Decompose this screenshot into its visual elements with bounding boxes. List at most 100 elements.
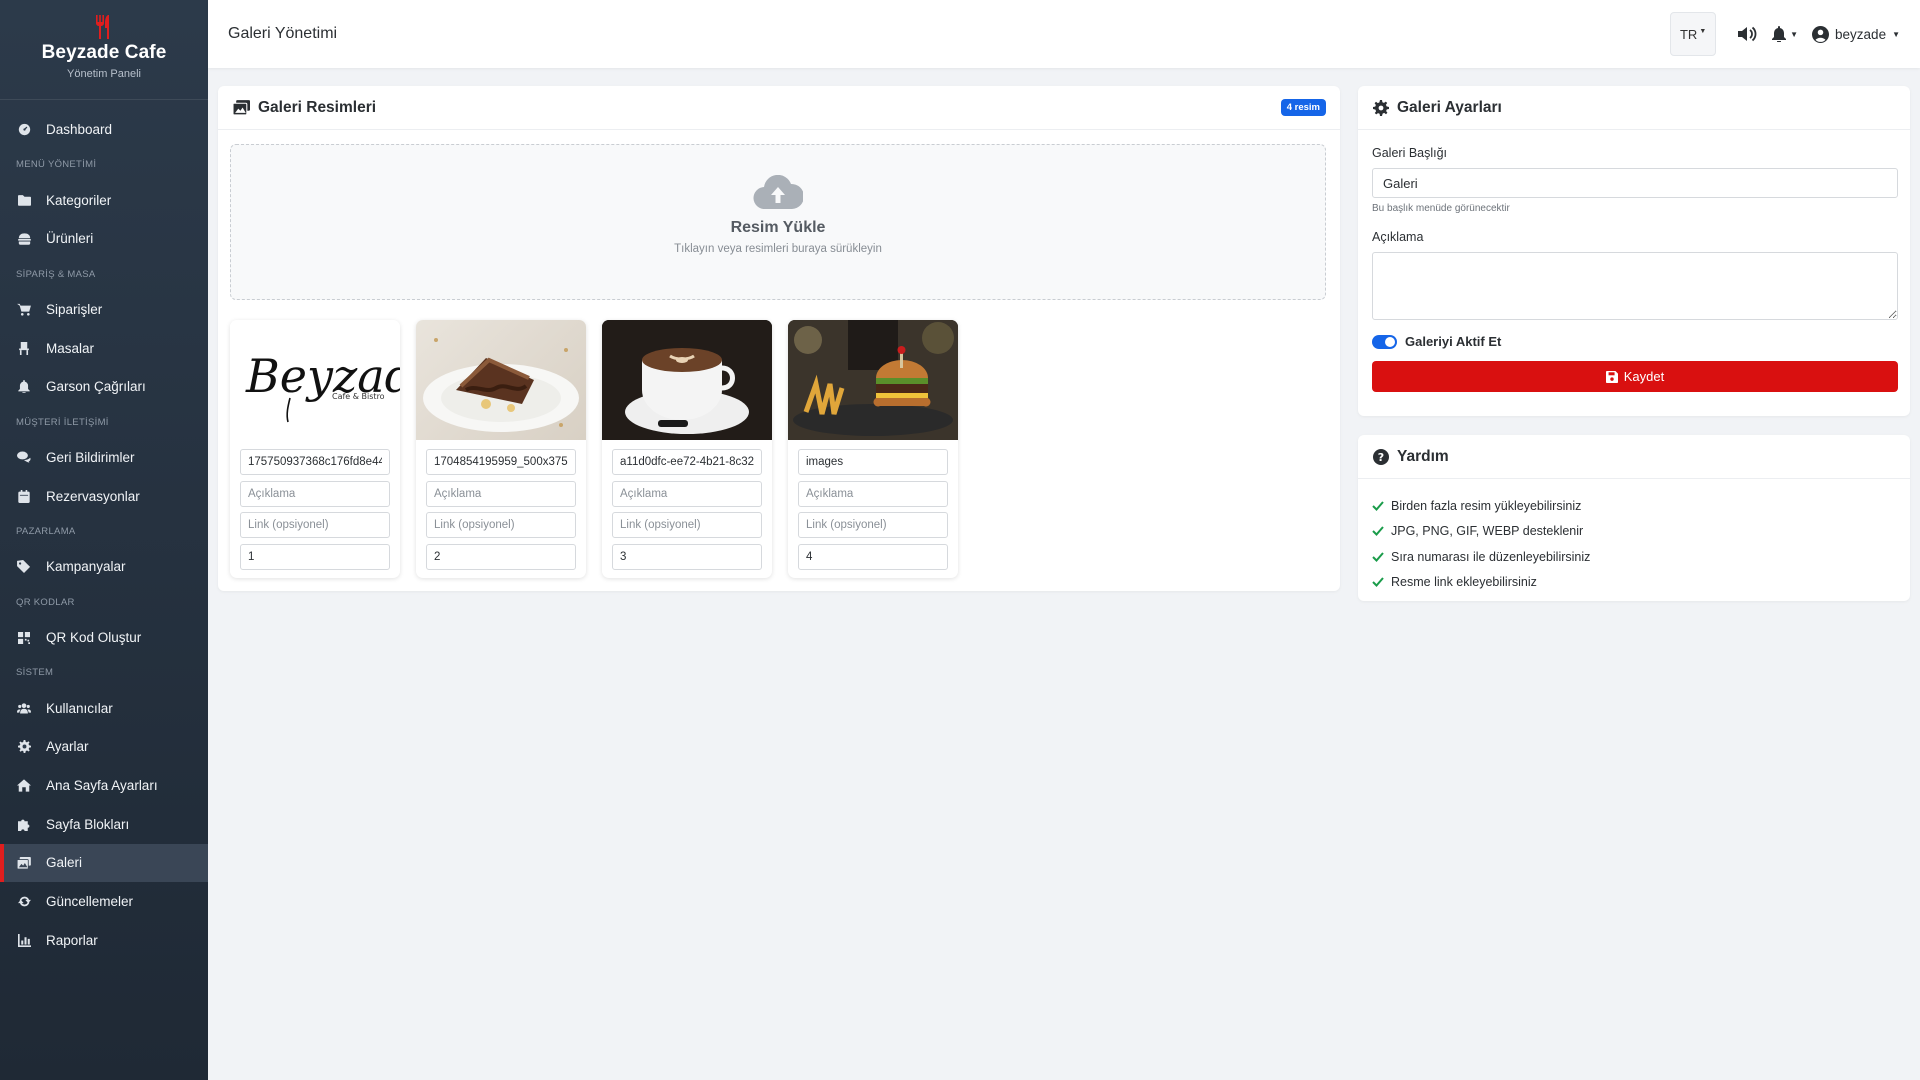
help-item: JPG, PNG, GIF, WEBP desteklenir [1372, 519, 1896, 545]
sidebar-item-label: Güncellemeler [46, 894, 134, 910]
sidebar-item-galeri[interactable]: Galeri [0, 843, 208, 883]
topbar: Galeri Yönetimi TR ▼ ▼ beyzade ▼ [208, 0, 1920, 68]
order-input[interactable] [240, 543, 390, 570]
description-input[interactable] [240, 480, 390, 507]
sidebar-item-kampanyalar[interactable]: Kampanyalar [0, 548, 208, 587]
user-circle-icon [1812, 25, 1830, 43]
sidebar-item-raporlar[interactable]: Raporlar [0, 921, 208, 960]
sidebar-item-kategoriler[interactable]: Kategoriler [0, 181, 208, 220]
sidebar-item-label: Masalar [46, 340, 95, 356]
link-input[interactable] [612, 512, 762, 538]
gallery-title-help: Bu başlık menüde görünecektir [1372, 203, 1510, 214]
gallery-settings-card: Galeri Ayarları Galeri Başlığı Bu başlık… [1358, 86, 1910, 416]
settings-card-header: Galeri Ayarları [1358, 86, 1910, 130]
dessert-photo [423, 338, 579, 432]
images-icon [17, 856, 31, 870]
username: beyzade [1835, 26, 1887, 42]
help-item: Birden fazla resim yükleyebilirsiniz [1372, 493, 1896, 519]
filename-input[interactable] [426, 449, 576, 475]
sidebar-item-kullanicilar[interactable]: Kullanıcılar [0, 689, 208, 728]
link-input[interactable] [240, 512, 390, 538]
brand-title: Beyzade Cafe [41, 42, 167, 63]
help-item-text: Sıra numarası ile düzenleyebilirsiniz [1391, 549, 1591, 564]
caret-down-icon: ▼ [1790, 29, 1799, 39]
user-menu[interactable]: beyzade ▼ [1812, 25, 1900, 43]
description-input[interactable] [426, 480, 576, 507]
section-label: PAZARLAMA [16, 526, 76, 537]
section-label: QR KODLAR [16, 596, 75, 608]
settings-form: Galeri Başlığı Bu başlık menüde görünece… [1358, 130, 1910, 392]
gallery-thumbnail-dessert[interactable] [416, 320, 586, 440]
gallery-active-toggle[interactable] [1372, 334, 1397, 349]
image-count-badge: 4 resim [1280, 99, 1326, 116]
gallery-thumbnail-logo[interactable]: Beyzade Cafe & Bistro [230, 320, 400, 440]
order-input[interactable] [798, 543, 948, 570]
order-input[interactable] [612, 543, 762, 570]
gallery-title-input[interactable] [1372, 168, 1898, 198]
filename-input[interactable] [612, 449, 762, 475]
sidebar-item-siparisler[interactable]: Siparişler [0, 290, 208, 329]
sidebar-item-label: QR Kod Oluştur [46, 630, 142, 646]
filename-input[interactable] [798, 449, 948, 475]
section-label: MÜŞTERİ İLETİŞİMİ [16, 416, 109, 428]
help-item: Sıra numarası ile düzenleyebilirsiniz [1372, 544, 1896, 570]
gear-icon [1373, 99, 1389, 116]
gallery-item [788, 320, 958, 578]
sidebar-item-label: Sayfa Blokları [46, 816, 130, 832]
sidebar-item-ana-sayfa[interactable]: Ana Sayfa Ayarları [0, 766, 208, 805]
bell-icon [1772, 26, 1787, 42]
description-input[interactable] [612, 480, 762, 507]
gallery-title: Galeri Resimleri [258, 98, 377, 116]
save-button[interactable]: Kaydet [1372, 361, 1898, 392]
utensils-icon [96, 15, 109, 39]
brand-subtitle: Yönetim Paneli [67, 68, 141, 80]
gallery-thumbnail-coffee[interactable] [602, 320, 772, 440]
help-title: Yardım [1397, 447, 1449, 465]
sidebar-item-dashboard[interactable]: Dashboard [0, 110, 208, 149]
link-input[interactable] [798, 512, 948, 538]
sync-icon [17, 895, 31, 909]
order-input[interactable] [426, 543, 576, 570]
description-input[interactable] [798, 480, 948, 507]
sidebar-item-label: Ürünleri [46, 231, 94, 247]
gallery-title-label: Galeri Başlığı [1372, 146, 1448, 160]
upload-dropzone[interactable]: Resim Yükle Tıklayın veya resimleri bura… [230, 144, 1326, 300]
sound-toggle-button[interactable] [1738, 26, 1758, 42]
sidebar-item-urunler[interactable]: Ürünleri [0, 219, 208, 258]
sidebar-item-label: Siparişler [46, 301, 103, 317]
sidebar-item-geri-bildirimler[interactable]: Geri Bildirimler [0, 438, 208, 477]
chart-icon [17, 933, 31, 947]
chair-icon [17, 341, 31, 355]
sidebar-item-label: Ayarlar [46, 739, 89, 755]
gallery-item [602, 320, 772, 578]
sidebar-item-label: Kampanyalar [46, 559, 126, 575]
sidebar-item-garson[interactable]: Garson Çağrıları [0, 367, 208, 406]
gallery-thumbnail-burger[interactable] [788, 320, 958, 440]
language-dropdown[interactable]: TR ▼ [1670, 12, 1717, 56]
sidebar-item-masalar[interactable]: Masalar [0, 329, 208, 368]
gear-icon [17, 740, 31, 754]
sidebar-item-rezervasyonlar[interactable]: Rezervasyonlar [0, 477, 208, 516]
gallery-item [416, 320, 586, 578]
burger-photo [788, 320, 958, 440]
sidebar-item-guncellemeler[interactable]: Güncellemeler [0, 882, 208, 921]
sidebar-item-qr[interactable]: QR Kod Oluştur [0, 618, 208, 657]
brand: Beyzade Cafe Yönetim Paneli [0, 0, 208, 100]
page-title: Galeri Yönetimi [228, 25, 338, 42]
description-textarea[interactable] [1372, 252, 1898, 320]
active-toggle-row: Galeriyi Aktif Et [1372, 334, 1898, 349]
sidebar-item-ayarlar[interactable]: Ayarlar [0, 728, 208, 767]
gallery-card: Galeri Resimleri 4 resim Resim Yükle Tık… [218, 86, 1340, 591]
sidebar-nav: Dashboard MENÜ YÖNETİMİ Kategoriler Ürün… [0, 100, 208, 960]
users-icon [17, 701, 31, 715]
link-input[interactable] [426, 512, 576, 538]
notifications-dropdown[interactable]: ▼ [1772, 26, 1798, 42]
caret-down-icon: ▼ [1892, 29, 1900, 39]
sidebar-item-sayfa-bloklari[interactable]: Sayfa Blokları [0, 805, 208, 844]
sidebar-item-label: Kullanıcılar [46, 700, 113, 716]
settings-title: Galeri Ayarları [1397, 98, 1502, 116]
logo-subtext: Cafe & Bistro [332, 392, 385, 401]
calendar-icon [17, 489, 31, 503]
filename-input[interactable] [240, 449, 390, 475]
sidebar: Beyzade Cafe Yönetim Paneli Dashboard ME… [0, 0, 208, 1080]
